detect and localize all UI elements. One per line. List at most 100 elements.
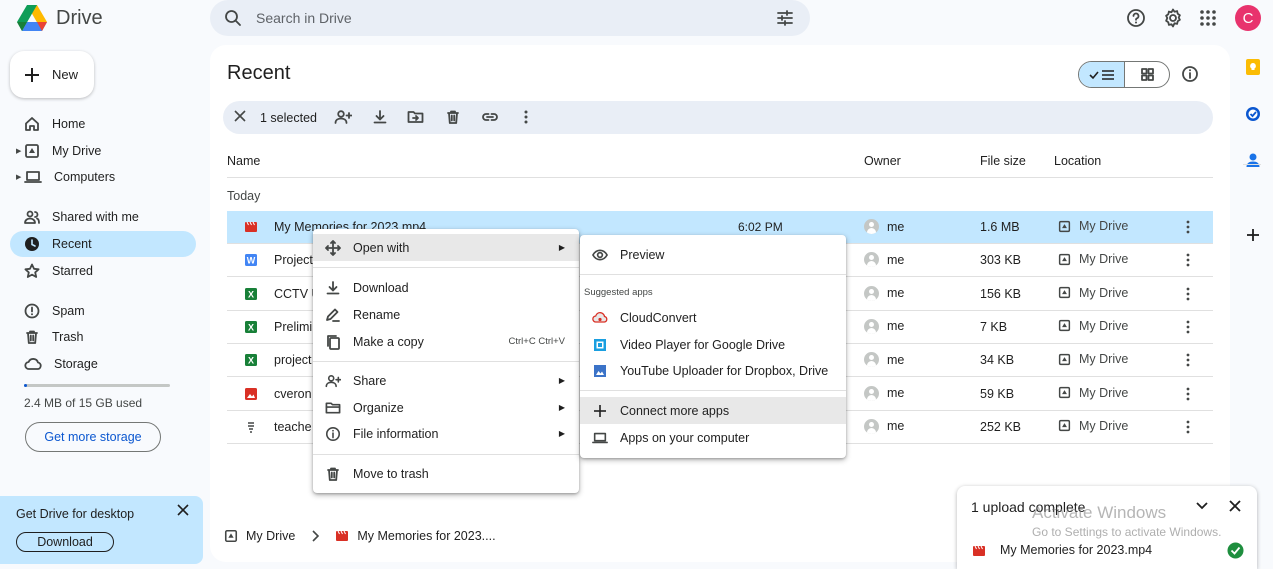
- link-icon[interactable]: [481, 109, 499, 125]
- file-location[interactable]: My Drive: [1058, 319, 1128, 333]
- menu-item-move-to-trash[interactable]: Move to trash: [313, 460, 579, 487]
- menu-item-organize[interactable]: Organize ▶: [313, 394, 579, 421]
- location-label: My Drive: [1079, 385, 1129, 400]
- breadcrumb-root[interactable]: My Drive: [246, 529, 295, 543]
- image-file-icon: [245, 387, 257, 400]
- sidebar-item-trash[interactable]: Trash: [10, 324, 196, 350]
- sidebar-item-starred[interactable]: Starred: [10, 258, 196, 284]
- search-input[interactable]: Search in Drive: [256, 10, 776, 26]
- section-label: Today: [227, 189, 261, 203]
- file-location[interactable]: My Drive: [1058, 286, 1128, 300]
- uploaded-file-name[interactable]: My Memories for 2023.mp4: [1000, 543, 1152, 557]
- my-drive-icon: [1058, 253, 1071, 265]
- apps-grid-icon[interactable]: [1196, 6, 1220, 30]
- file-owner: me: [864, 285, 905, 301]
- sidebar-item-home[interactable]: Home: [10, 111, 196, 137]
- menu-item-label: File information: [353, 426, 439, 441]
- file-name: cveron: [274, 386, 312, 401]
- plus-icon: [594, 404, 606, 417]
- file-location[interactable]: My Drive: [1058, 352, 1128, 366]
- menu-item-youtube-uploader[interactable]: YouTube Uploader for Dropbox, Drive: [580, 357, 846, 384]
- more-options-icon[interactable]: [1182, 219, 1194, 235]
- sidebar-item-my-drive[interactable]: ▶ My Drive: [10, 138, 196, 164]
- help-icon[interactable]: [1124, 6, 1148, 30]
- sidebar-item-spam[interactable]: Spam: [10, 298, 196, 324]
- menu-item-make-copy[interactable]: Make a copy Ctrl+C Ctrl+V: [313, 328, 579, 355]
- view-toggle[interactable]: [1078, 61, 1170, 88]
- menu-item-apps-on-computer[interactable]: Apps on your computer: [580, 424, 846, 451]
- more-actions-icon[interactable]: [519, 109, 533, 125]
- share-icon[interactable]: [334, 109, 352, 125]
- svg-text:W: W: [247, 256, 256, 266]
- tasks-icon[interactable]: [1244, 105, 1262, 123]
- move-to-folder-icon[interactable]: [407, 109, 424, 125]
- expand-caret-icon[interactable]: ▶: [16, 173, 21, 181]
- menu-item-label: Video Player for Google Drive: [620, 337, 786, 352]
- list-view-button[interactable]: [1079, 62, 1125, 87]
- search-bar[interactable]: Search in Drive: [210, 0, 810, 36]
- info-icon[interactable]: [1181, 65, 1199, 83]
- more-options-icon[interactable]: [1182, 419, 1194, 435]
- file-size: 156 KB: [980, 286, 1022, 301]
- more-options-icon[interactable]: [1182, 352, 1194, 368]
- trash-icon[interactable]: [445, 109, 461, 125]
- file-location[interactable]: My Drive: [1058, 419, 1128, 433]
- get-more-storage-button[interactable]: Get more storage: [25, 422, 161, 452]
- menu-item-share[interactable]: Share ▶: [313, 367, 579, 394]
- breadcrumb-file[interactable]: My Memories for 2023....: [357, 529, 495, 543]
- download-icon[interactable]: [372, 109, 388, 125]
- open-with-submenu: Preview Suggested apps CloudConvert Vide…: [580, 235, 846, 458]
- add-addon-icon[interactable]: [1244, 226, 1262, 244]
- drive-logo[interactable]: Drive: [16, 4, 103, 32]
- new-button[interactable]: New: [10, 51, 94, 98]
- sidebar-item-computers[interactable]: ▶ Computers: [10, 164, 196, 190]
- column-header-owner[interactable]: Owner: [864, 154, 901, 168]
- avatar[interactable]: C: [1235, 5, 1261, 31]
- menu-item-connect-more-apps[interactable]: Connect more apps: [580, 397, 846, 424]
- owner-name: me: [887, 286, 905, 301]
- more-options-icon[interactable]: [1182, 286, 1194, 302]
- more-options-icon[interactable]: [1182, 319, 1194, 335]
- menu-item-video-player[interactable]: Video Player for Google Drive: [580, 331, 846, 358]
- location-label: My Drive: [1079, 318, 1129, 333]
- location-label: My Drive: [1079, 285, 1129, 300]
- more-options-icon[interactable]: [1182, 386, 1194, 402]
- file-owner: me: [864, 318, 905, 334]
- chevron-down-icon[interactable]: [1195, 500, 1209, 512]
- more-options-icon[interactable]: [1182, 252, 1194, 268]
- clear-selection-icon[interactable]: [233, 109, 247, 123]
- shared-icon: [24, 210, 40, 224]
- grid-view-button[interactable]: [1125, 62, 1169, 87]
- menu-item-preview[interactable]: Preview: [580, 241, 846, 268]
- column-header-name[interactable]: Name: [227, 154, 260, 168]
- menu-item-download[interactable]: Download: [313, 274, 579, 301]
- desktop-download-button[interactable]: Download: [16, 532, 114, 552]
- menu-item-open-with[interactable]: Open with ▶: [313, 234, 579, 261]
- plus-icon: [25, 67, 39, 82]
- sidebar-item-recent[interactable]: Recent: [10, 231, 196, 257]
- menu-item-cloudconvert[interactable]: CloudConvert: [580, 304, 846, 331]
- sidebar-item-storage[interactable]: Storage: [10, 351, 196, 377]
- menu-item-rename[interactable]: Rename: [313, 301, 579, 328]
- file-name: teache: [274, 419, 312, 434]
- file-location[interactable]: My Drive: [1058, 252, 1128, 266]
- contacts-icon[interactable]: [1244, 151, 1262, 169]
- sidebar-item-shared[interactable]: Shared with me: [10, 204, 196, 230]
- settings-icon[interactable]: [1161, 6, 1185, 30]
- trash-icon: [327, 467, 339, 481]
- expand-caret-icon[interactable]: ▶: [16, 147, 21, 155]
- search-icon[interactable]: [224, 9, 242, 27]
- close-icon[interactable]: [176, 503, 190, 517]
- file-location[interactable]: My Drive: [1058, 219, 1128, 233]
- owner-name: me: [887, 319, 905, 334]
- column-header-size[interactable]: File size: [980, 154, 1026, 168]
- sidebar-item-label: Recent: [52, 237, 92, 251]
- owner-name: me: [887, 252, 905, 267]
- owner-avatar-icon: [864, 285, 879, 301]
- file-location[interactable]: My Drive: [1058, 386, 1128, 400]
- column-header-location[interactable]: Location: [1054, 154, 1101, 168]
- close-icon[interactable]: [1228, 499, 1242, 513]
- keep-icon[interactable]: [1244, 58, 1262, 76]
- menu-item-file-information[interactable]: File information ▶: [313, 420, 579, 447]
- search-options-icon[interactable]: [776, 9, 794, 27]
